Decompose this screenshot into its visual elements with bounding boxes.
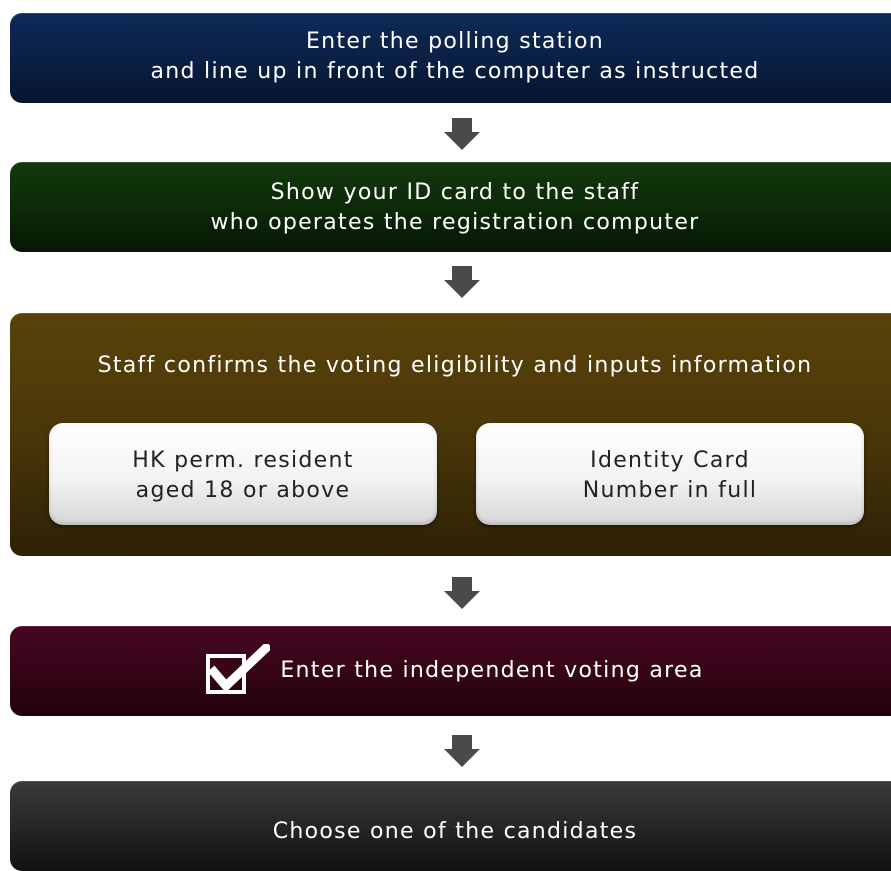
step-enter-voting-area: Enter the independent voting area xyxy=(10,626,891,716)
step-staff-confirms: Staff confirms the voting eligibility an… xyxy=(10,313,891,556)
step1-line2: and line up in front of the computer as … xyxy=(150,59,760,84)
step-choose-candidate: Choose one of the candidates xyxy=(10,781,891,871)
criterion-id-line1: Identity Card xyxy=(590,448,750,473)
checkbox-check-icon xyxy=(206,644,271,694)
step2-line1: Show your ID card to the staff xyxy=(270,180,640,205)
step1-line1: Enter the polling station xyxy=(305,29,604,54)
down-arrow-icon xyxy=(444,735,480,767)
criterion-box-residency: HK perm. resident aged 18 or above xyxy=(49,423,437,525)
criterion-residency-line2: aged 18 or above xyxy=(135,478,351,503)
step2-line2: who operates the registration computer xyxy=(210,210,700,235)
down-arrow-icon xyxy=(444,118,480,150)
step4-text: Enter the independent voting area xyxy=(280,658,704,683)
down-arrow-icon xyxy=(444,577,480,609)
criterion-residency-line1: HK perm. resident xyxy=(132,448,354,473)
step-show-id-card: Show your ID card to the staff who opera… xyxy=(10,162,891,252)
down-arrow-icon xyxy=(444,266,480,298)
step5-text: Choose one of the candidates xyxy=(272,819,638,844)
criterion-box-id-number: Identity Card Number in full xyxy=(476,423,864,525)
criterion-id-line2: Number in full xyxy=(582,478,758,503)
step3-heading: Staff confirms the voting eligibility an… xyxy=(97,353,813,378)
step-enter-polling-station: Enter the polling station and line up in… xyxy=(10,13,891,103)
